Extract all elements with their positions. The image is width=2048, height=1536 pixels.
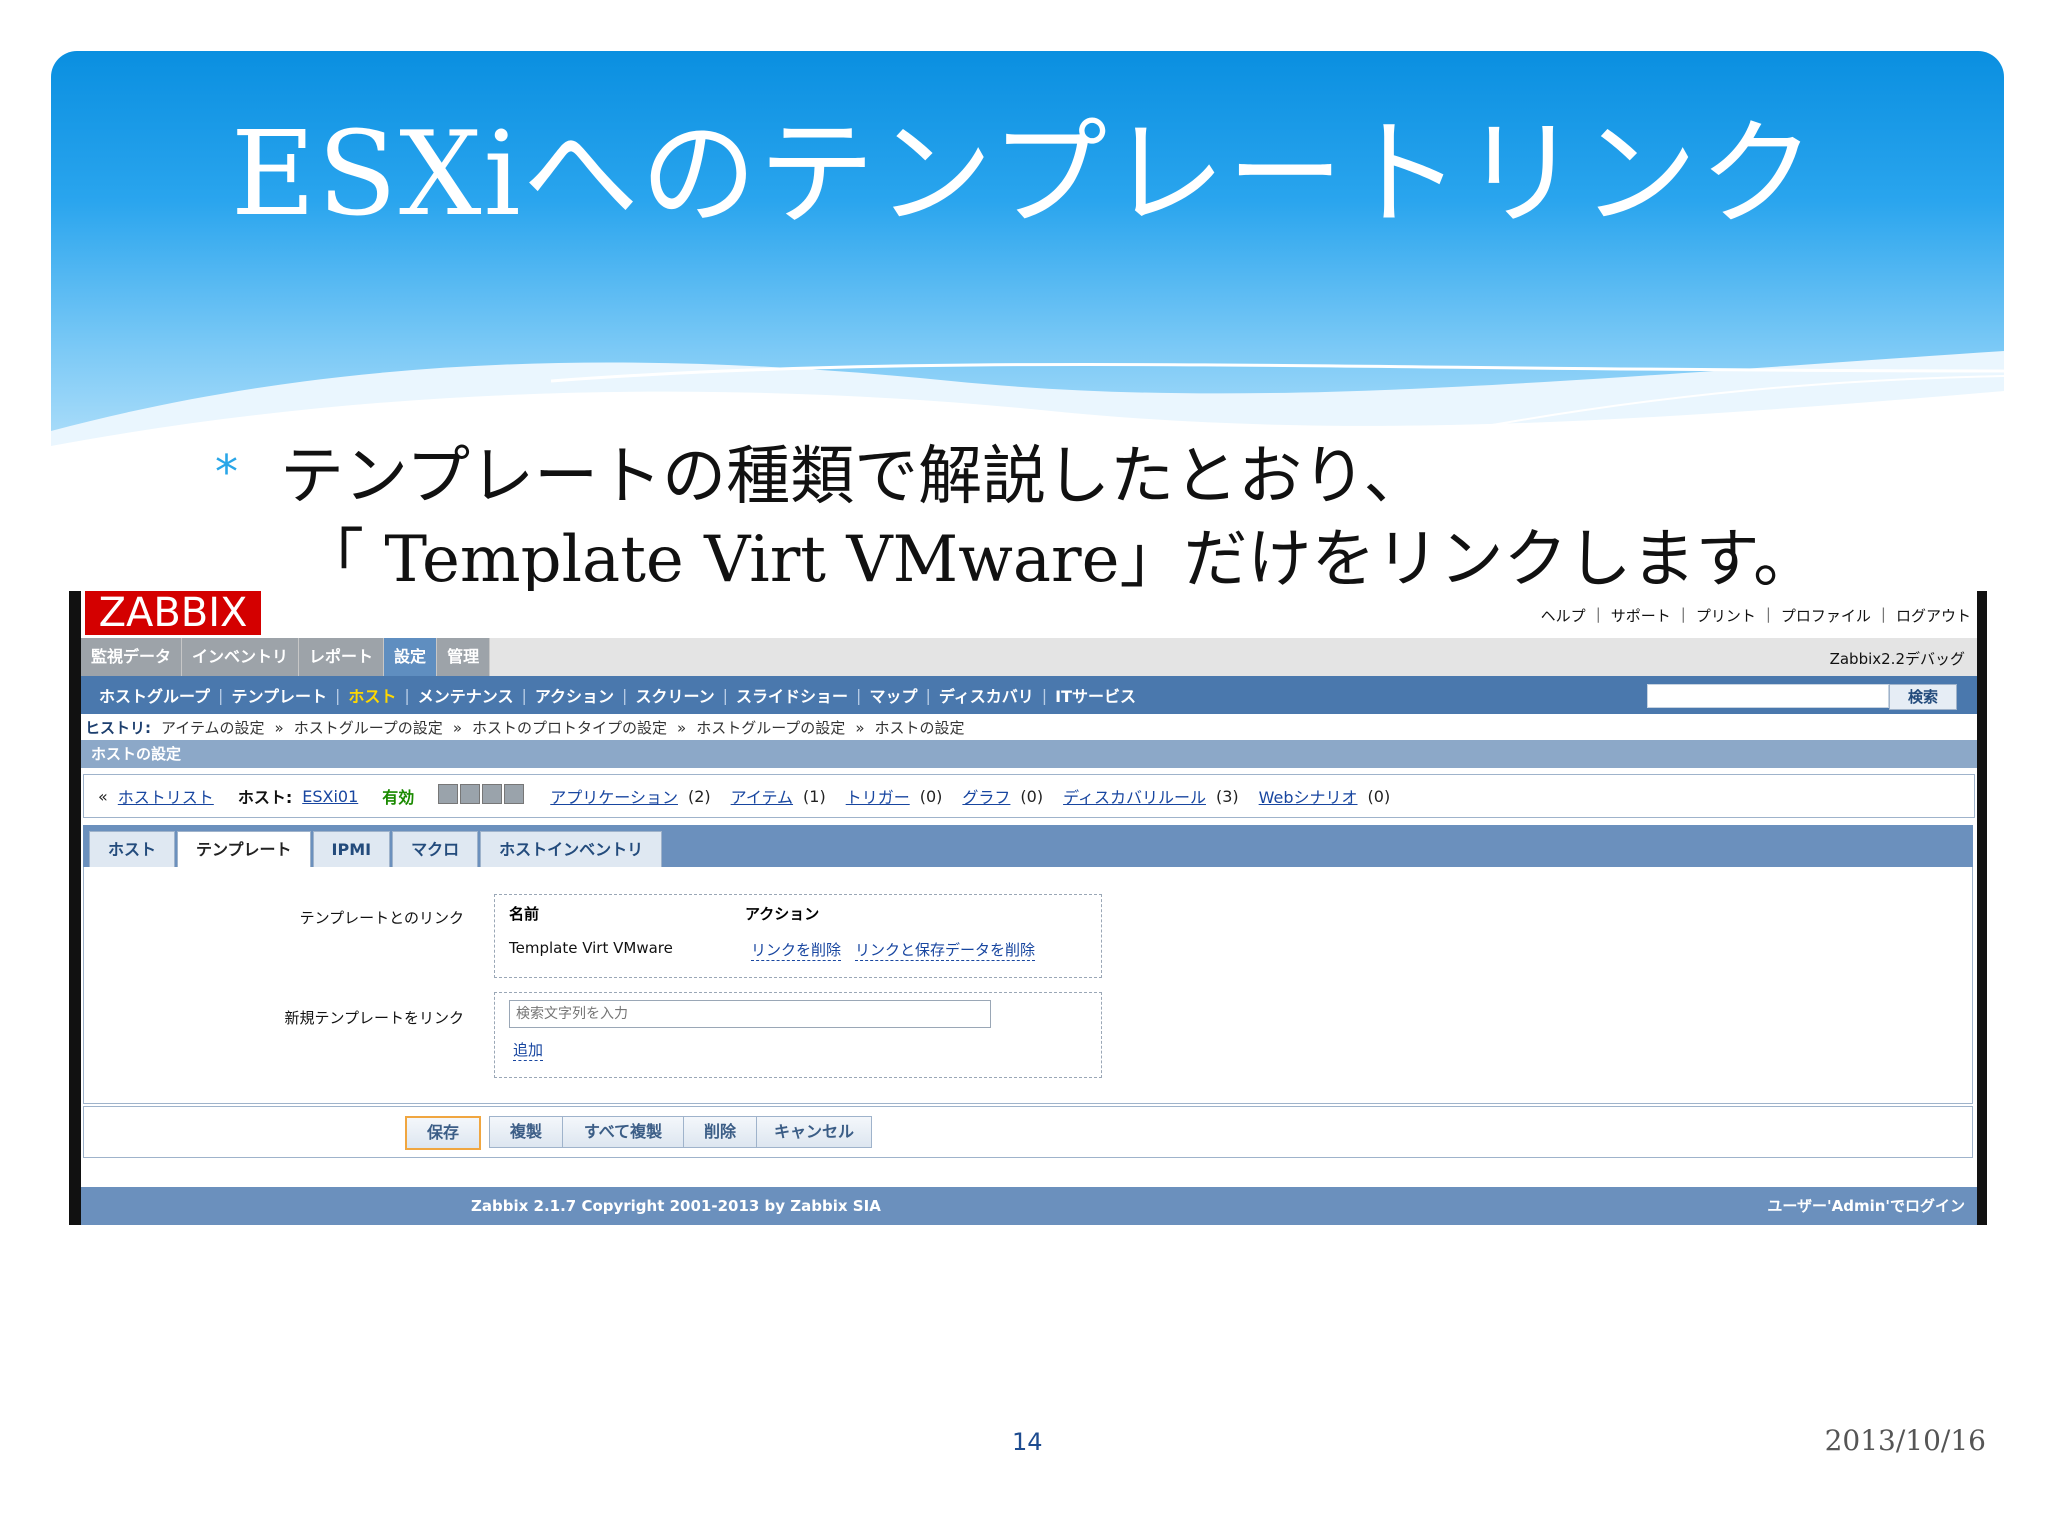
linked-templates-table: 名前 アクション Template Virt VMware リンクを削除 リンク… <box>494 894 1102 978</box>
help-link[interactable]: ヘルプ <box>1541 605 1586 626</box>
tab-ipmi[interactable]: IPMI <box>312 831 391 869</box>
history-item[interactable]: ホストグループの設定 <box>696 716 845 740</box>
submenu-screens[interactable]: スクリーン <box>627 683 722 707</box>
zabbix-screenshot: ZABBIX ヘルプ | サポート | プリント | プロファイル | ログアウト 監視… <box>69 591 1987 1225</box>
submenu-hosts[interactable]: ホスト <box>340 683 404 707</box>
footer-logged-in-user: ユーザー'Admin'でログイン <box>1767 1197 1965 1215</box>
sub-menu-bar: ホストグループ | テンプレート | ホスト | メンテナンス | アクション | スクリ… <box>81 676 1977 714</box>
form-tab-bar: ホスト テンプレート IPMI マクロ ホストインベントリ <box>83 825 1973 869</box>
global-search-input[interactable] <box>1647 684 1889 708</box>
column-header-action: アクション <box>745 905 820 923</box>
applications-count: (2) <box>687 786 711 806</box>
delete-button[interactable]: 削除 <box>683 1116 757 1148</box>
profile-link[interactable]: プロファイル <box>1781 605 1871 626</box>
status-badge[interactable]: 有効 <box>382 784 414 808</box>
discovery-rules-count: (3) <box>1215 786 1239 806</box>
column-header-name: 名前 <box>509 905 540 923</box>
back-marker: « <box>98 786 108 806</box>
items-link[interactable]: アイテム <box>731 784 793 808</box>
history-item[interactable]: ホストグループの設定 <box>294 716 443 740</box>
form-buttons-row: 保存 複製 すべて複製 削除 キャンセル <box>83 1106 1973 1158</box>
triggers-link[interactable]: トリガー <box>846 784 910 808</box>
support-link[interactable]: サポート <box>1611 605 1671 626</box>
applications-link[interactable]: アプリケーション <box>550 784 678 808</box>
web-scenarios-link[interactable]: Webシナリオ <box>1259 784 1358 808</box>
submenu-templates[interactable]: テンプレート <box>223 683 335 707</box>
web-scenarios-count: (0) <box>1367 786 1391 806</box>
new-template-label: 新規テンプレートをリンク <box>284 1009 464 1027</box>
zabbix-footer: Zabbix 2.1.7 Copyright 2001-2013 by Zabb… <box>81 1187 1977 1225</box>
screenshot-border-left <box>69 591 81 1225</box>
linked-template-name: Template Virt VMware <box>509 939 673 957</box>
submenu-hostgroups[interactable]: ホストグループ <box>91 683 218 707</box>
print-link[interactable]: プリント <box>1696 605 1756 626</box>
bullet-star-icon: * <box>215 445 238 499</box>
tab-macros[interactable]: マクロ <box>392 831 479 869</box>
graphs-link[interactable]: グラフ <box>962 784 1010 808</box>
history-label: ヒストリ: <box>85 719 151 737</box>
submenu-maintenance[interactable]: メンテナンス <box>410 683 522 707</box>
host-label: ホスト: <box>237 788 293 807</box>
host-list-link[interactable]: ホストリスト <box>118 784 214 808</box>
items-count: (1) <box>803 786 826 806</box>
menu-reports[interactable]: レポート <box>299 638 385 676</box>
bullet-text-line1: テンプレートの種類で解説したとおり、 <box>280 440 1428 514</box>
host-name-link[interactable]: ESXi01 <box>302 787 358 806</box>
zabbix-logo[interactable]: ZABBIX <box>85 591 261 635</box>
cancel-button[interactable]: キャンセル <box>756 1116 872 1148</box>
menu-configuration[interactable]: 設定 <box>384 638 438 676</box>
menu-inventory[interactable]: インベントリ <box>182 638 300 676</box>
tab-host-inventory[interactable]: ホストインベントリ <box>480 831 663 869</box>
submenu-actions[interactable]: アクション <box>527 683 622 707</box>
unlink-and-clear-link[interactable]: リンクと保存データを削除 <box>855 939 1036 961</box>
screenshot-border-right <box>1977 591 1987 1225</box>
save-button[interactable]: 保存 <box>405 1116 481 1150</box>
unlink-link[interactable]: リンクを削除 <box>751 939 842 961</box>
triggers-count: (0) <box>919 786 943 806</box>
section-title-bar: ホストの設定 <box>81 740 1977 768</box>
version-label: Zabbix2.2デバッグ <box>1829 650 1965 668</box>
history-item[interactable]: ホストの設定 <box>875 716 965 740</box>
history-breadcrumb: ヒストリ: アイテムの設定» ホストグループの設定» ホストのプロトタイプの設定… <box>85 716 965 740</box>
slide-date: 2013/10/16 <box>1824 1424 1986 1457</box>
main-menu-bar: 監視データ インベントリ レポート 設定 管理 Zabbix2.2デバッグ <box>81 638 1977 676</box>
submenu-maps[interactable]: マップ <box>861 683 925 707</box>
menu-monitoring[interactable]: 監視データ <box>81 638 183 676</box>
submenu-discovery[interactable]: ディスカバリ <box>931 683 1042 707</box>
availability-icons <box>438 784 526 808</box>
logout-link[interactable]: ログアウト <box>1896 605 1971 626</box>
host-nav-row: « ホストリスト ホスト: ESXi01 有効 アプリケーション (2) アイテム… <box>83 774 1975 818</box>
section-title: ホストの設定 <box>91 745 182 763</box>
tab-templates[interactable]: テンプレート <box>177 831 311 869</box>
history-item[interactable]: ホストのプロトタイプの設定 <box>472 716 667 740</box>
discovery-rules-link[interactable]: ディスカバリルール <box>1063 784 1206 808</box>
template-form: テンプレートとのリンク 名前 アクション Template Virt VMwar… <box>83 867 1973 1104</box>
submenu-it-services[interactable]: ITサービス <box>1047 683 1144 707</box>
new-template-box: 追加 <box>494 992 1102 1078</box>
linked-templates-label: テンプレートとのリンク <box>299 909 464 927</box>
footer-copyright: Zabbix 2.1.7 Copyright 2001-2013 by Zabb… <box>471 1197 881 1215</box>
clone-button[interactable]: 複製 <box>489 1116 563 1148</box>
full-clone-button[interactable]: すべて複製 <box>562 1116 684 1148</box>
search-button[interactable]: 検索 <box>1889 684 1957 710</box>
top-links: ヘルプ | サポート | プリント | プロファイル | ログアウト <box>1540 605 1971 626</box>
menu-administration[interactable]: 管理 <box>437 638 491 676</box>
slide-title: ESXiへのテンプレートリンク <box>230 107 1818 242</box>
page-number: 14 <box>1012 1428 1043 1456</box>
history-item[interactable]: アイテムの設定 <box>161 716 265 740</box>
graphs-count: (0) <box>1020 786 1044 806</box>
add-template-link[interactable]: 追加 <box>513 1039 544 1061</box>
submenu-slideshows[interactable]: スライドショー <box>728 683 856 707</box>
template-search-input[interactable] <box>509 1000 991 1028</box>
tab-host[interactable]: ホスト <box>89 831 176 869</box>
bullet-text-line2: 「 Template Virt VMware」だけをリンクします。 <box>300 523 1818 597</box>
